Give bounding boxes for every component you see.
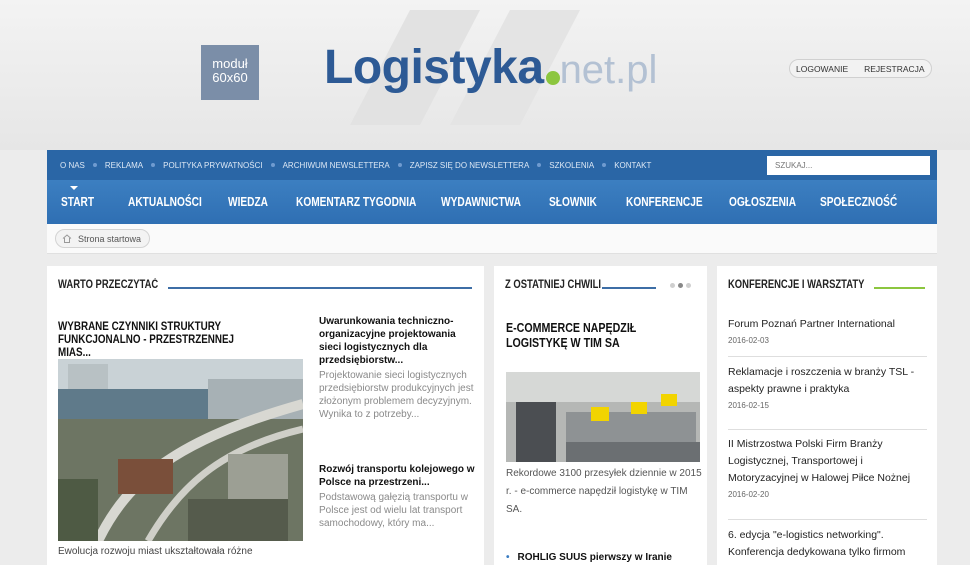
mainnav-item-wiedza[interactable]: WIEDZA [228,194,268,209]
ad-module-line1: moduł [212,56,248,71]
heading-underline [874,287,925,289]
carousel-dots[interactable] [670,283,691,288]
latest-bullet-item[interactable]: • ROHLIG SUUS pierwszy w Iranie [506,552,672,563]
latest-heading: Z OSTATNIEJ CHWILI [505,279,602,291]
active-arrow-icon [70,186,78,190]
mainnav-item-wydawnictwa[interactable]: WYDAWNICTWA [441,194,521,209]
side-article-desc: Projektowanie sieci logistycznych przeds… [319,370,474,420]
conference-title[interactable]: 6. edycja "e-logistics networking". Konf… [728,527,928,561]
conferences-heading: KONFERENCJE I WARSZTATY [728,279,865,291]
featured-article-image[interactable] [58,359,303,541]
conference-date: 2016-02-20 [728,490,769,499]
conference-item[interactable]: II Mistrzostwa Polski Firm Branży Logist… [728,436,928,499]
breadcrumb[interactable]: Strona startowa [55,229,151,248]
mainnav-item-slownik[interactable]: SŁOWNIK [549,194,597,209]
login-link[interactable]: LOGOWANIE [796,64,848,74]
latest-article-image[interactable] [506,372,700,462]
mainnav-item-ogloszenia[interactable]: OGŁOSZENIA [729,194,796,209]
topnav-item-newsletter[interactable]: ZAPISZ SIĘ DO NEWSLETTERA [410,161,530,170]
nav-separator [151,163,156,167]
divider [728,519,927,520]
conference-item[interactable]: 6. edycja "e-logistics networking". Konf… [728,527,928,561]
topnav-item-reklama[interactable]: REKLAMA [105,161,143,170]
bullet-icon: • [506,552,510,563]
featured-article-desc: Ewolucja rozwoju miast ukształtowała róż… [58,546,253,557]
mainnav-item-spolecznosc[interactable]: SPOŁECZNOŚĆ [820,194,897,209]
nav-separator [92,163,97,167]
side-article-title[interactable]: Uwarunkowania techniczno-organizacyjne p… [319,315,479,367]
side-article-title[interactable]: Rozwój transportu kolejowego w Polsce na… [319,463,479,489]
side-article-desc: Podstawową gałęzią transportu w Polsce j… [319,492,468,529]
featured-article-title[interactable]: WYBRANE CZYNNIKI STRUKTURY FUNKCJONALNO … [58,320,263,359]
logo-main-text: Logistyka [324,41,544,94]
conference-item[interactable]: Forum Poznań Partner International 2016-… [728,316,928,345]
topnav-item-kontakt[interactable]: KONTAKT [614,161,651,170]
latest-article-title[interactable]: E-COMMERCE NAPĘDZIŁ LOGISTYKĘ W TIM SA [506,320,666,350]
site-header: moduł 60x60 Logistyka net.pl LOGOWANIE RE… [0,0,970,150]
conference-title[interactable]: Reklamacje i roszczenia w branży TSL - a… [728,364,928,398]
topnav-item-archiwum[interactable]: ARCHIWUM NEWSLETTERA [283,161,390,170]
logo-dot-icon [545,71,560,85]
home-icon [62,234,72,243]
latest-news-panel: Z OSTATNIEJ CHWILI E-COMMERCE NAPĘDZIŁ L… [494,266,707,565]
nav-separator [537,163,542,167]
mainnav-item-start[interactable]: START [61,194,94,209]
topnav-item-o-nas[interactable]: O NAS [60,161,85,170]
breadcrumb-home-label: Strona startowa [78,233,142,244]
worth-reading-panel: WARTO PRZECZYTAĆ WYBRANE CZYNNIKI STRUKT… [47,266,484,565]
divider [728,429,927,430]
side-article[interactable]: Rozwój transportu kolejowego w Polsce na… [319,463,479,530]
conference-item[interactable]: Reklamacje i roszczenia w branży TSL - a… [728,364,928,410]
heading-underline [602,287,656,289]
latest-bullet-label: ROHLIG SUUS pierwszy w Iranie [517,552,672,563]
register-link[interactable]: REJESTRACJA [864,64,924,74]
divider [728,356,927,357]
search-input[interactable] [767,156,930,175]
main-navigation: START AKTUALNOŚCI WIEDZA KOMENTARZ TYGOD… [47,180,937,224]
heading-underline [168,287,472,289]
conference-title[interactable]: II Mistrzostwa Polski Firm Branży Logist… [728,436,928,487]
breadcrumb-bar: Strona startowa [47,224,937,254]
conference-date: 2016-02-03 [728,336,769,345]
conference-title[interactable]: Forum Poznań Partner International [728,316,928,333]
side-article[interactable]: Uwarunkowania techniczno-organizacyjne p… [319,315,479,421]
mainnav-item-komentarz[interactable]: KOMENTARZ TYGODNIA [296,194,416,209]
topnav-item-polityka[interactable]: POLITYKA PRYWATNOŚCI [163,161,262,170]
latest-article-desc: Rekordowe 3100 przesyłek dziennie w 2015… [506,468,702,515]
site-logo[interactable]: Logistyka net.pl [324,40,657,98]
mainnav-item-aktualnosci[interactable]: AKTUALNOŚCI [128,194,202,209]
topnav-item-szkolenia[interactable]: SZKOLENIA [549,161,594,170]
ad-module-placeholder[interactable]: moduł 60x60 [201,45,259,100]
auth-links: LOGOWANIE REJESTRACJA [789,59,932,78]
nav-separator [397,163,402,167]
conferences-panel: KONFERENCJE I WARSZTATY Forum Poznań Par… [717,266,937,565]
ad-module-line2: 60x60 [212,70,248,85]
nav-separator [270,163,275,167]
conference-date: 2016-02-15 [728,401,769,410]
worth-reading-heading: WARTO PRZECZYTAĆ [58,279,159,291]
nav-separator [602,163,607,167]
logo-suffix-text: net.pl [559,48,658,92]
mainnav-item-konferencje[interactable]: KONFERENCJE [626,194,703,209]
